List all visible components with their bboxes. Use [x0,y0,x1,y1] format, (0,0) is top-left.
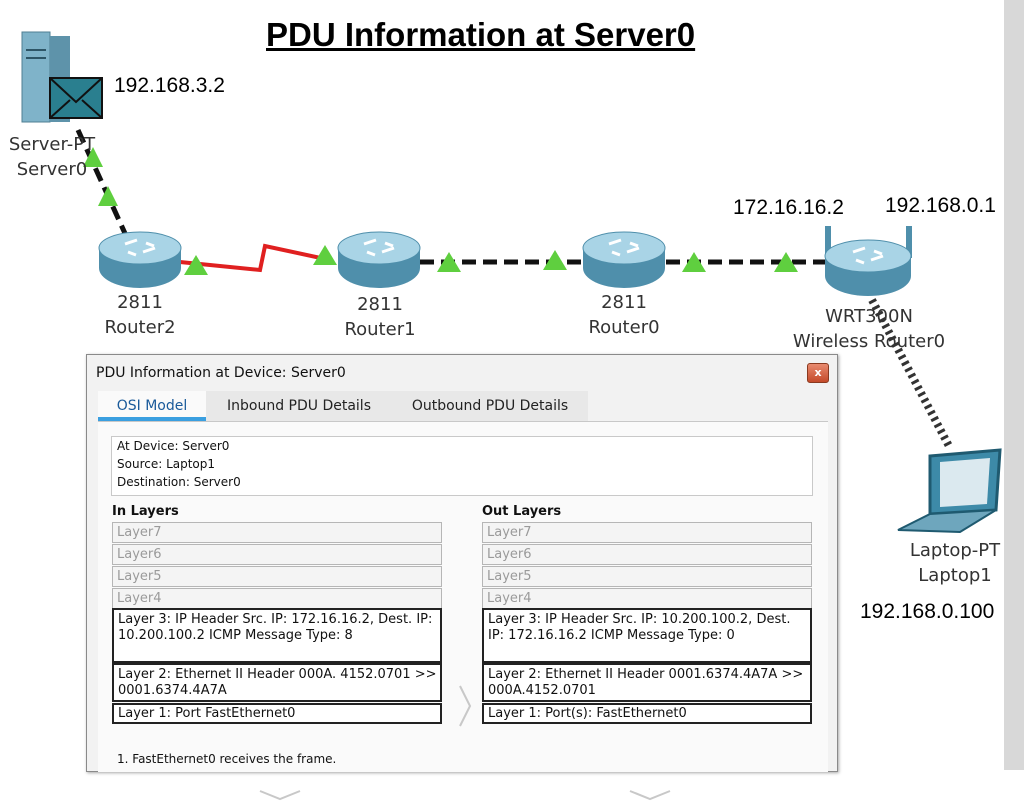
slide-right-edge [1004,0,1024,770]
device-name: Router1 [344,319,416,340]
device-label-laptop: Laptop-PT Laptop1 [900,538,1010,588]
router-icon[interactable] [337,231,421,288]
link-up-icon [682,252,706,272]
source-text: Source: Laptop1 [117,457,216,471]
tab-outbound-pdu-details[interactable]: Outbound PDU Details [392,391,588,421]
chevron-down-icon [259,790,301,801]
out-layer-5[interactable]: Layer5 [482,566,812,587]
device-name: Wireless Router0 [792,331,946,352]
device-name: Server0 [16,159,88,180]
device-type: Laptop-PT [909,540,1001,561]
tab-bar: OSI Model Inbound PDU Details Outbound P… [98,391,828,421]
device-label-server: Server-PT Server0 [4,132,100,182]
device-label-router1: 2811 Router1 [330,292,430,342]
out-layer-2[interactable]: Layer 2: Ethernet II Header 0001.6374.4A… [482,663,812,702]
in-layer-2[interactable]: Layer 2: Ethernet II Header 000A. 4152.0… [112,663,442,702]
device-type: 2811 [357,294,403,315]
pdu-information-dialog: PDU Information at Device: Server0 x OSI… [86,354,838,801]
osi-model-panel: At Device: Server0 Source: Laptop1 Desti… [98,421,828,801]
envelope-icon[interactable] [49,77,103,119]
out-layer-3[interactable]: Layer 3: IP Header Src. IP: 10.200.100.2… [482,608,812,663]
in-layer-4[interactable]: Layer4 [112,588,442,609]
laptop-icon[interactable] [897,448,1002,534]
device-name: Laptop1 [918,565,992,586]
tab-inbound-pdu-details[interactable]: Inbound PDU Details [206,391,392,421]
device-type: WRT300N [825,306,913,327]
wireless-router-icon[interactable] [824,226,912,296]
tab-osi-model[interactable]: OSI Model [98,391,206,421]
step-description: 1. FastEthernet0 receives the frame. [117,752,337,766]
device-name: Router2 [104,317,176,338]
link-up-icon [437,252,461,272]
in-layer-1[interactable]: Layer 1: Port FastEthernet0 [112,703,442,724]
device-name: Router0 [588,317,660,338]
close-button[interactable]: x [807,363,829,383]
device-type: Server-PT [8,134,96,155]
dialog-title: PDU Information at Device: Server0 [96,365,346,381]
chevron-down-icon [629,790,671,801]
link-status-indicators [83,147,798,275]
out-layer-6[interactable]: Layer6 [482,544,812,565]
device-label-router0: 2811 Router0 [574,290,674,340]
router-icon[interactable] [98,231,182,288]
ip-label-wireless-router: 192.168.0.1 [885,194,996,217]
router-icon[interactable] [582,231,666,288]
link-up-icon [313,245,337,265]
in-layer-3[interactable]: Layer 3: IP Header Src. IP: 172.16.16.2,… [112,608,442,663]
destination-text: Destination: Server0 [117,475,241,489]
out-layer-7[interactable]: Layer7 [482,522,812,543]
device-type: 2811 [601,292,647,313]
out-layer-1[interactable]: Layer 1: Port(s): FastEthernet0 [482,703,812,724]
in-layer-5[interactable]: Layer5 [112,566,442,587]
out-layer-4[interactable]: Layer4 [482,588,812,609]
ip-label-router0: 172.16.16.2 [733,196,844,219]
ip-label-laptop: 192.168.0.100 [860,600,995,623]
chevron-right-icon [459,685,472,727]
device-type: 2811 [117,292,163,313]
in-layer-6[interactable]: Layer6 [112,544,442,565]
out-layers-header: Out Layers [482,504,562,519]
close-icon: x [814,366,822,379]
pdu-summary-box: At Device: Server0 Source: Laptop1 Desti… [111,436,813,496]
device-label-wireless-router: WRT300N Wireless Router0 [786,304,952,354]
link-up-icon [98,186,118,206]
device-label-router2: 2811 Router2 [90,290,190,340]
in-layer-7[interactable]: Layer7 [112,522,442,543]
in-layers-header: In Layers [112,504,179,519]
at-device-text: At Device: Server0 [117,439,230,453]
ip-label-server: 192.168.3.2 [114,74,225,97]
